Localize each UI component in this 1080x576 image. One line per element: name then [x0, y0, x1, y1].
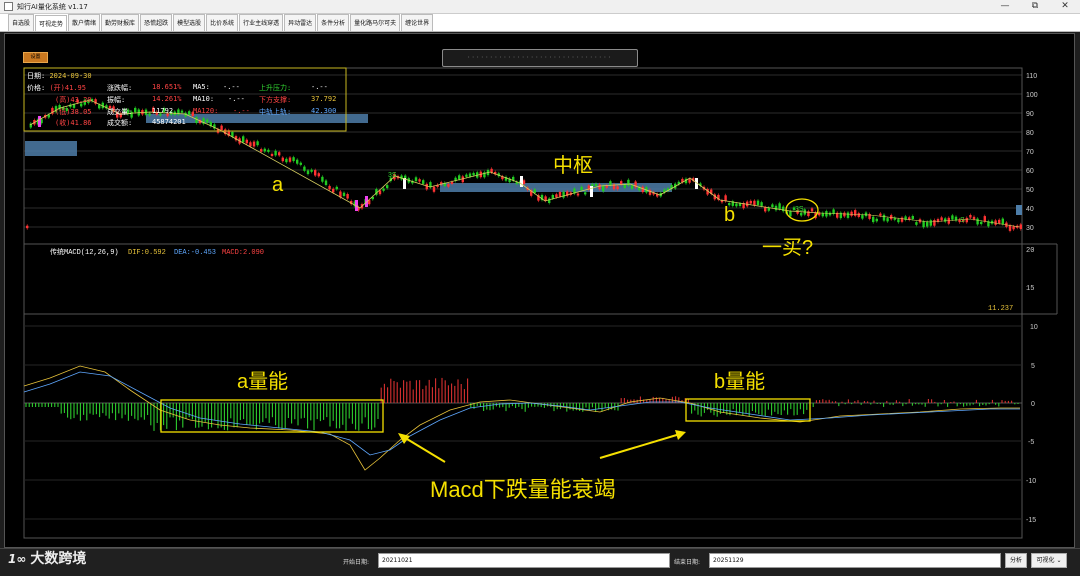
ma5-label: MA5: [193, 83, 210, 91]
price-value: (开)41.95 [49, 84, 86, 92]
low-value: (低)38.05 [55, 108, 92, 116]
macd-legend-name: 传统MACD(12,26,9) [50, 247, 119, 257]
volume-value: 11792 [152, 107, 174, 115]
annotation-first-buy: 一买? [762, 237, 813, 259]
ma120-value: -.-- [233, 107, 250, 115]
info-date-row: 日期: 2024-09-30 [27, 71, 92, 81]
date-label: 日期: [27, 72, 46, 80]
annotation-a-energy: a量能 [237, 370, 288, 393]
annotation-a: a [272, 174, 284, 196]
watermark-text: 大数跨境 [30, 551, 87, 567]
price-tick: 60 [1026, 168, 1034, 175]
macd-tick: -10 [1026, 478, 1036, 485]
watermark-logo: 1∞ [8, 552, 27, 566]
ma120-label: MA120: [193, 107, 219, 115]
price-tick: 100 [1026, 92, 1038, 99]
end-date-label: 结束日期: [674, 559, 701, 566]
watermark: 1∞ 大数跨境 [8, 548, 86, 568]
amount-value: 45874201 [152, 118, 186, 126]
annotation-b: b [724, 204, 735, 226]
macd-tick: -15 [1026, 517, 1036, 524]
analyze-button[interactable]: 分析 [1005, 553, 1027, 568]
change-label: 涨跌幅: [107, 84, 133, 92]
price-tick: 30 [1026, 225, 1034, 232]
zhongshu-zone [440, 183, 672, 192]
price-tick: 90 [1026, 111, 1034, 118]
start-date-label: 开始日期: [343, 559, 370, 566]
current-zone [1016, 205, 1022, 215]
end-date-input[interactable]: 20251129 [709, 553, 1001, 568]
support-value: 37.792 [311, 95, 337, 103]
amplitude-label: 振幅: [107, 96, 126, 104]
mid-axis-tick: 20 [1026, 247, 1034, 255]
macd-dea-value: DEA:-0.453 [174, 249, 216, 257]
arrow-to-a [401, 435, 446, 463]
arrow-to-b [599, 433, 681, 459]
macd-tick: -5 [1028, 439, 1034, 446]
change-value: 18.651% [152, 83, 182, 91]
support-label: 下方支撑: [259, 96, 292, 104]
bottom-bar: 开始日期: 20211021 结束日期: 20251129 分析 可视化 ⌄ [0, 548, 1080, 576]
ma10-value: -.-- [228, 95, 245, 103]
price-label: 价格: [27, 84, 46, 92]
signal-s-marker: S [960, 217, 965, 224]
signal-3s-marker: 3S [388, 172, 397, 179]
annotation-b-energy: b量能 [714, 370, 765, 393]
mid-band-label: 中轨上轨: [259, 108, 292, 116]
signal-3s-marker: 3S [795, 206, 804, 213]
signal-candle [520, 176, 523, 187]
macd-tick: 5 [1031, 363, 1035, 370]
macd-tick: 0 [1031, 401, 1035, 408]
mid-band-value: 42.300 [311, 107, 337, 115]
macd-dif-value: DIF:0.592 [128, 249, 166, 257]
macd-bar-value: MACD:2.090 [222, 249, 264, 257]
annotation-macd-note: Macd下跌量能衰竭 [430, 477, 616, 502]
visualize-dropdown[interactable]: 可视化 ⌄ [1031, 553, 1067, 568]
close-value: (收)41.86 [55, 119, 92, 127]
macd-tick: 10 [1030, 324, 1038, 331]
price-tick: 40 [1026, 206, 1034, 213]
volume-label: 成交量: [107, 108, 133, 116]
ma10-label: MA10: [193, 95, 215, 103]
price-tick: 70 [1026, 149, 1034, 156]
start-date-input[interactable]: 20211021 [378, 553, 670, 568]
upper-pressure-label: 上升压力: [259, 84, 292, 92]
history-zone-left [25, 141, 77, 156]
info-row-1: 价格: (开)41.95 涨跌幅: 18.651% MA5: -.-- 上升压力… [27, 83, 328, 93]
amount-label: 成交额: [107, 119, 133, 127]
upper-pressure-value: -.-- [311, 83, 328, 91]
stock-title-blurred: ································ [442, 49, 638, 67]
settings-button[interactable]: 设置 [23, 52, 48, 63]
price-tick: 50 [1026, 187, 1034, 194]
date-value: 2024-09-30 [49, 72, 92, 80]
high-value: (高)43.20 [55, 96, 92, 104]
arrow-head-a [398, 433, 410, 444]
dif-line [23, 365, 1020, 471]
annotation-zhongshu: 中枢 [553, 154, 593, 177]
ma5-value: -.-- [223, 83, 240, 91]
macd-histogram [25, 377, 1019, 431]
mid-axis-tick: 15 [1026, 285, 1034, 293]
arrow-head-b [675, 430, 686, 440]
price-tick: 110 [1026, 73, 1037, 80]
mid-current-value: 11.237 [988, 305, 1013, 313]
signal-candle [38, 116, 41, 127]
price-tick: 80 [1026, 130, 1034, 137]
amplitude-value: 14.261% [152, 95, 182, 103]
